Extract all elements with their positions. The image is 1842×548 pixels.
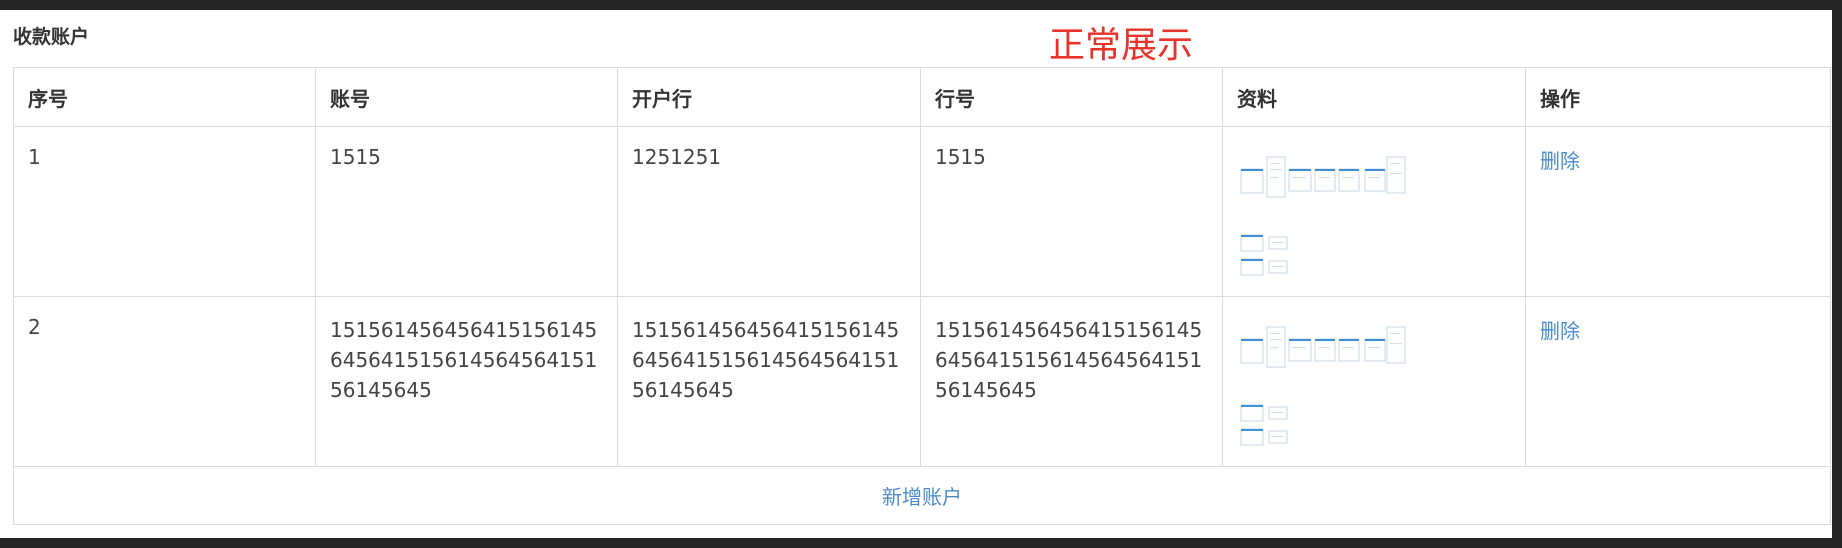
- attachment-thumbnail[interactable]: [1237, 149, 1407, 279]
- payee-accounts-panel: 收款账户 正常展示 序号 账号 开户行 行号 资料 操作 1 1515 1251…: [0, 10, 1832, 538]
- row-index: 2: [13, 296, 316, 467]
- header-actions: 操作: [1525, 67, 1831, 127]
- row-account: 1515: [315, 126, 618, 297]
- attachment-thumbnail[interactable]: [1237, 319, 1407, 449]
- header-attachments: 资料: [1222, 67, 1526, 127]
- add-account-button[interactable]: 新增账户: [882, 485, 962, 509]
- accounts-table: 序号 账号 开户行 行号 资料 操作 1 1515 1251251 1515 删…: [13, 67, 1831, 525]
- header-bank-code: 行号: [920, 67, 1223, 127]
- header-bank: 开户行: [617, 67, 921, 127]
- row-bank-code: 1515614564564151561456456415156145645641…: [920, 296, 1223, 467]
- add-account-cell: 新增账户: [13, 466, 1831, 525]
- table-header-row: 序号 账号 开户行 行号 资料 操作: [13, 67, 1831, 127]
- row-bank-code: 1515: [920, 126, 1223, 297]
- section-title: 收款账户: [13, 26, 90, 48]
- table-row: 2 15156145645641515614564564151561456456…: [13, 296, 1831, 467]
- row-attachments: [1222, 296, 1526, 467]
- row-attachments: [1222, 126, 1526, 297]
- row-bank: 1251251: [617, 126, 921, 297]
- delete-button[interactable]: 删除: [1540, 319, 1580, 343]
- header-index: 序号: [13, 67, 316, 127]
- row-actions: 删除: [1525, 296, 1831, 467]
- table-row: 1 1515 1251251 1515 删除: [13, 126, 1831, 297]
- delete-button[interactable]: 删除: [1540, 149, 1580, 173]
- header-account: 账号: [315, 67, 618, 127]
- row-index: 1: [13, 126, 316, 297]
- table-footer-row: 新增账户: [13, 466, 1831, 525]
- row-account: 1515614564564151561456456415156145645641…: [315, 296, 618, 467]
- row-bank: 1515614564564151561456456415156145645641…: [617, 296, 921, 467]
- row-actions: 删除: [1525, 126, 1831, 297]
- annotation-text: 正常展示: [1049, 25, 1194, 66]
